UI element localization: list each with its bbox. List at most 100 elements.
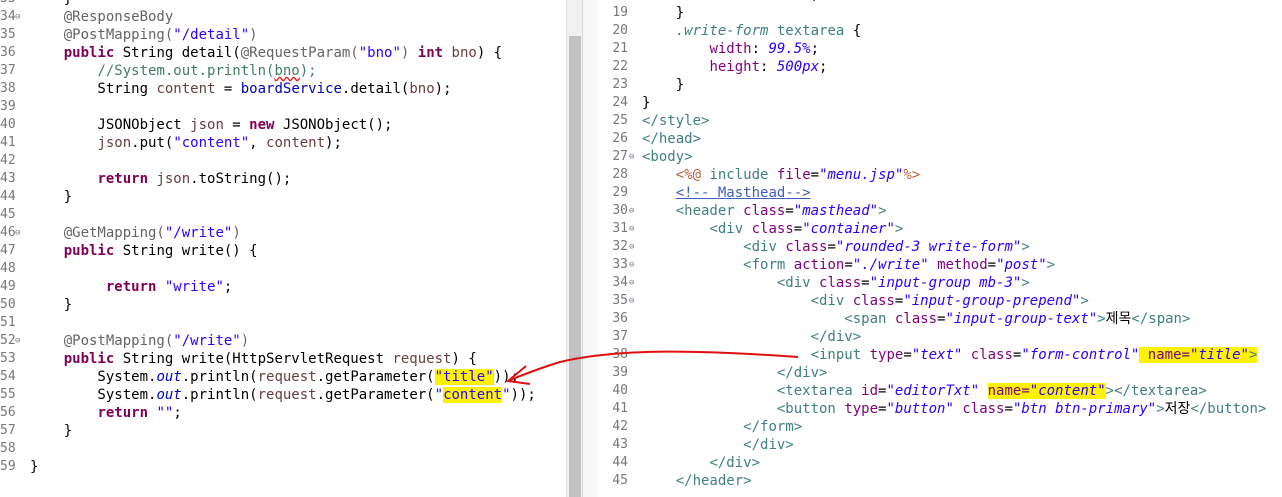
line-number: 30 — [612, 203, 628, 218]
code-line[interactable]: 30 ⊖ <header class="masthead"> — [598, 202, 1282, 220]
code-text: } — [642, 76, 684, 94]
code-line[interactable]: 39 </div> — [598, 364, 1282, 382]
code-token: <!-- — [675, 185, 718, 201]
code-line[interactable]: 43 </div> — [598, 436, 1282, 454]
fold-toggle-icon[interactable]: ⊖ — [629, 238, 634, 256]
code-line[interactable]: 41 json.put("content", content); — [0, 134, 566, 152]
code-line[interactable]: 48 — [0, 260, 566, 278]
code-token: 제목 — [1105, 311, 1132, 327]
fold-toggle-icon[interactable]: ⊖ — [629, 256, 634, 274]
code-line[interactable]: 42 — [0, 152, 566, 170]
code-token: <body> — [642, 149, 693, 165]
code-line[interactable]: 44 } — [0, 188, 566, 206]
code-token: )); — [493, 369, 519, 385]
code-line[interactable]: 29 <!-- Masthead--> — [598, 184, 1282, 202]
code-line[interactable]: 20 .write-form textarea { — [598, 22, 1282, 40]
code-line[interactable]: 25 </style> — [598, 112, 1282, 130]
fold-toggle-icon[interactable]: ⊖ — [629, 274, 634, 292]
code-line[interactable]: 40 <textarea id="editorTxt" name="conten… — [598, 382, 1282, 400]
code-token: > — [1156, 401, 1165, 417]
code-line[interactable]: 21 width: 99.5%; — [598, 40, 1282, 58]
line-number: 38 — [612, 347, 628, 362]
code-line[interactable]: 42 </form> — [598, 418, 1282, 436]
code-line[interactable]: 31 ⊖ <div class="container"> — [598, 220, 1282, 238]
code-line[interactable]: 47 public String write() { — [0, 242, 566, 260]
left-vertical-scrollbar[interactable] — [566, 0, 583, 497]
code-text: <div class="container"> — [642, 220, 903, 238]
line-number: 59 — [0, 459, 16, 474]
code-line[interactable]: 38 <input type="text" class="form-contro… — [598, 346, 1282, 364]
code-line[interactable]: 46 ⊖ @GetMapping("/write") — [0, 224, 566, 242]
fold-toggle-icon[interactable]: ⊖ — [629, 148, 634, 166]
code-line[interactable]: 51 — [0, 314, 566, 332]
code-line[interactable]: 36 <span class="input-group-text">제목</sp… — [598, 310, 1282, 328]
line-number: 49 — [0, 279, 16, 294]
line-number: 46 — [0, 225, 16, 240]
code-token: = — [215, 81, 241, 97]
code-line[interactable]: 57 } — [0, 422, 566, 440]
code-line[interactable]: 40 JSONObject json = new JSONObject(); — [0, 116, 566, 134]
fold-toggle-icon[interactable]: ⊖ — [15, 8, 20, 26]
code-line[interactable]: 34 ⊖ @ResponseBody — [0, 8, 566, 26]
code-token: <div — [810, 293, 845, 309]
code-line[interactable]: 45 — [0, 206, 566, 224]
code-line[interactable]: 33 ⊖ <form action="./write" method="post"… — [598, 256, 1282, 274]
code-token: = — [861, 275, 870, 291]
code-token: out — [156, 387, 182, 403]
line-number: 56 — [0, 405, 16, 420]
fold-toggle-icon[interactable]: ⊖ — [15, 224, 20, 242]
left-scrollbar-thumb[interactable] — [569, 36, 581, 497]
code-line[interactable]: 37 </div> — [598, 328, 1282, 346]
code-line[interactable]: 34 ⊖ <div class="input-group mb-3"> — [598, 274, 1282, 292]
code-line[interactable]: 41 <button type="button" class="btn btn-… — [598, 400, 1282, 418]
code-line[interactable]: 54 System.out.println(request.getParamet… — [0, 368, 566, 386]
line-number: 53 — [0, 351, 16, 366]
fold-toggle-icon[interactable]: ⊖ — [629, 292, 634, 310]
line-number: 43 — [612, 437, 628, 452]
code-line[interactable]: 56 return ""; — [0, 404, 566, 422]
code-line[interactable]: 27 ⊖ <body> — [598, 148, 1282, 166]
code-line[interactable]: 22 height: 500px; — [598, 58, 1282, 76]
code-line[interactable]: 19 } — [598, 4, 1282, 22]
code-line[interactable]: 43 return json.toString(); — [0, 170, 566, 188]
code-line[interactable]: 37 //System.out.println(bno); — [0, 62, 566, 80]
code-line[interactable]: 39 — [0, 98, 566, 116]
code-token: )); — [510, 387, 536, 403]
code-token: ; — [223, 279, 233, 295]
code-line[interactable]: 35 ⊖ <div class="input-group-prepend"> — [598, 292, 1282, 310]
java-editor-pane[interactable]: 33 }34⊖ @ResponseBody35 @PostMapping("/d… — [0, 0, 566, 497]
code-line[interactable]: 53 public String write(HttpServletReques… — [0, 350, 566, 368]
code-line[interactable]: 50 } — [0, 296, 566, 314]
code-line[interactable]: 52 ⊖ @PostMapping("/write") — [0, 332, 566, 350]
code-line[interactable]: 36 public String detail(@RequestParam("b… — [0, 44, 566, 62]
fold-toggle-icon[interactable]: ⊖ — [629, 202, 634, 220]
code-line[interactable]: 38 String content = boardService.detail(… — [0, 80, 566, 98]
code-line[interactable]: 44 </div> — [598, 454, 1282, 472]
fold-toggle-icon[interactable]: ⊖ — [15, 332, 20, 350]
line-number: 19 — [612, 5, 628, 20]
code-text: //System.out.println(bno); — [30, 62, 316, 80]
jsp-editor-pane[interactable]: 18 color: black;19 }20 .write-form texta… — [598, 0, 1282, 497]
code-line[interactable]: 26 </head> — [598, 130, 1282, 148]
code-line[interactable]: 58 — [0, 440, 566, 458]
code-line[interactable]: 59} — [0, 458, 566, 476]
line-number: 42 — [0, 153, 16, 168]
code-line[interactable]: 45 </header> — [598, 472, 1282, 490]
code-token: return — [105, 279, 157, 295]
code-line[interactable]: 24} — [598, 94, 1282, 112]
code-line[interactable]: 35 @PostMapping("/detail") — [0, 26, 566, 44]
code-line[interactable]: 32 ⊖ <div class="rounded-3 write-form"> — [598, 238, 1282, 256]
fold-toggle-icon[interactable]: ⊖ — [629, 220, 634, 238]
code-line[interactable]: 49 return "write"; — [0, 278, 566, 296]
code-line[interactable]: 33 } — [0, 0, 566, 8]
code-token: class — [743, 203, 786, 219]
code-token: 저장 — [1164, 401, 1191, 417]
code-line[interactable]: 28 <%@ include file="menu.jsp"%> — [598, 166, 1282, 184]
code-line[interactable]: 23 } — [598, 76, 1282, 94]
code-line[interactable]: 55 System.out.println(request.getParamet… — [0, 386, 566, 404]
